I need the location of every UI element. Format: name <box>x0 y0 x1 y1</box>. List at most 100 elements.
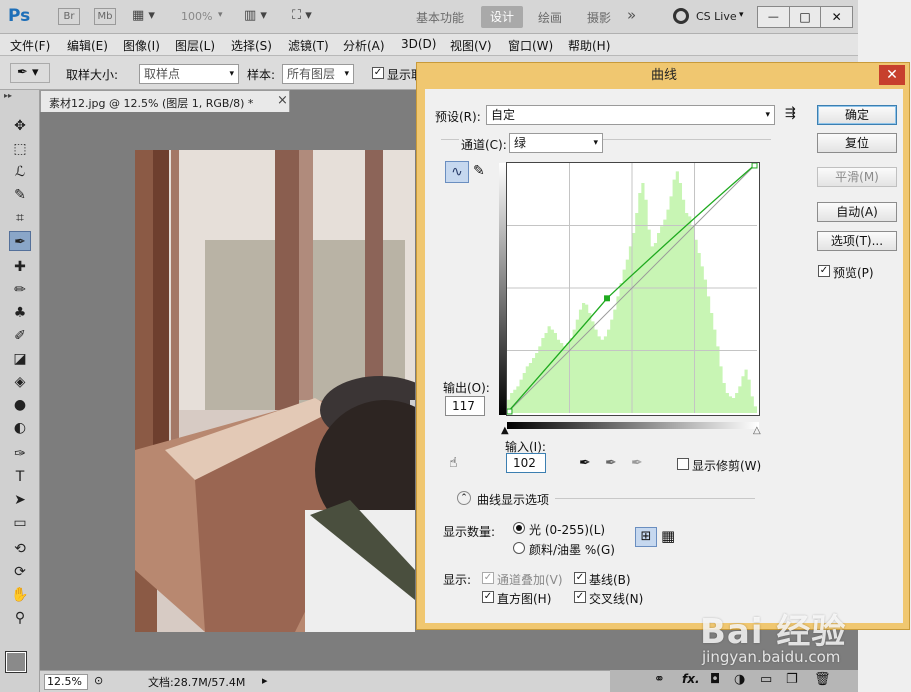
black-eyedropper-icon[interactable]: ✒ <box>579 455 591 471</box>
menu-layer[interactable]: 图层(L) <box>175 37 215 54</box>
shape-icon[interactable]: ▭ <box>9 513 31 533</box>
workspace-photography[interactable]: 摄影 <box>587 9 611 26</box>
menu-window[interactable]: 窗口(W) <box>508 37 553 54</box>
detailed-grid-icon[interactable]: ▦ <box>661 527 675 545</box>
close-icon[interactable]: ✕ <box>879 65 905 85</box>
layer-style-icon[interactable]: fx. <box>682 672 700 686</box>
preview-checkbox[interactable]: ✓ <box>818 265 830 277</box>
show-clipping-checkbox[interactable] <box>677 458 689 470</box>
status-info-icon[interactable]: ⊙ <box>94 674 103 687</box>
sample-select[interactable]: 所有图层 ▾ <box>282 64 354 84</box>
cs-live-label[interactable]: CS Live <box>696 10 737 23</box>
light-radio[interactable] <box>513 522 525 534</box>
menu-3d[interactable]: 3D(D) <box>401 37 436 51</box>
preset-select[interactable]: 自定 ▾ <box>486 105 775 125</box>
menu-help[interactable]: 帮助(H) <box>568 37 610 54</box>
smooth-button[interactable]: 平滑(M) <box>817 167 897 187</box>
output-field[interactable]: 117 <box>445 396 485 416</box>
menu-analysis[interactable]: 分析(A) <box>343 37 385 54</box>
blur-icon[interactable]: ● <box>9 395 31 415</box>
minimize-button[interactable]: — <box>758 7 790 27</box>
healing-icon[interactable]: ✚ <box>9 257 31 277</box>
foreground-color-swatch[interactable] <box>5 651 27 673</box>
menu-file[interactable]: 文件(F) <box>10 37 50 54</box>
extras-icon[interactable]: ▦ ▾ <box>132 8 155 23</box>
pencil-draw-tool-icon[interactable]: ✎ <box>473 163 485 179</box>
toolbox-collapse-icon[interactable]: ▸▸ <box>4 91 12 100</box>
zoom-dropdown-icon[interactable]: ▾ <box>218 10 223 20</box>
group-icon[interactable]: ▭ <box>760 672 772 687</box>
mini-bridge-button[interactable]: Mb <box>94 8 116 25</box>
more-workspaces-icon[interactable]: » <box>627 6 636 24</box>
status-menu-icon[interactable]: ▸ <box>262 674 268 687</box>
sample-size-select[interactable]: 取样点 ▾ <box>139 64 239 84</box>
eyedropper-icon[interactable]: ✒ <box>9 231 31 251</box>
document-tab[interactable]: 素材12.jpg @ 12.5% (图层 1, RGB/8) * × <box>40 90 290 112</box>
pen-icon[interactable]: ✑ <box>9 444 31 464</box>
options-button[interactable]: 选项(T)... <box>817 231 897 251</box>
dodge-icon[interactable]: ◐ <box>9 418 31 438</box>
menu-image[interactable]: 图像(I) <box>123 37 160 54</box>
current-tool-eyedropper-icon[interactable]: ✒ ▾ <box>10 63 50 83</box>
show-ring-checkbox[interactable]: ✓ <box>372 67 384 79</box>
brush-icon[interactable]: ✏ <box>9 280 31 300</box>
arrange-documents-icon[interactable]: ▥ ▾ <box>244 8 267 23</box>
maximize-button[interactable]: □ <box>790 7 822 27</box>
hand-icon[interactable]: ✋ <box>9 585 31 605</box>
white-eyedropper-icon[interactable]: ✒ <box>631 455 643 471</box>
close-window-button[interactable]: ✕ <box>821 7 852 27</box>
on-image-adjust-icon[interactable]: ☝ <box>449 455 458 471</box>
intersection-checkbox[interactable]: ✓ <box>574 591 586 603</box>
3d-orbit-icon[interactable]: ⟳ <box>9 562 31 582</box>
type-icon[interactable]: T <box>9 467 31 487</box>
simple-grid-icon[interactable]: ⊞ <box>635 527 657 547</box>
black-point-slider-icon[interactable]: ▲ <box>501 425 509 436</box>
input-field[interactable]: 102 <box>506 453 546 473</box>
zoom-icon[interactable]: ⚲ <box>9 608 31 628</box>
menu-view[interactable]: 视图(V) <box>450 37 492 54</box>
bridge-button[interactable]: Br <box>58 8 80 25</box>
layer-mask-icon[interactable]: ◘ <box>710 672 720 687</box>
3d-rotate-icon[interactable]: ⟲ <box>9 539 31 559</box>
eraser-icon[interactable]: ◪ <box>9 349 31 369</box>
quick-select-icon[interactable]: ✎ <box>9 185 31 205</box>
ok-button[interactable]: 确定 <box>817 105 897 125</box>
new-layer-icon[interactable]: ❐ <box>786 672 798 687</box>
workspace-painting[interactable]: 绘画 <box>538 9 562 26</box>
zoom-level-select[interactable]: 100% <box>181 10 212 23</box>
status-zoom-field[interactable]: 12.5% <box>44 674 88 690</box>
baseline-checkbox[interactable]: ✓ <box>574 572 586 584</box>
auto-button[interactable]: 自动(A) <box>817 202 897 222</box>
history-brush-icon[interactable]: ✐ <box>9 326 31 346</box>
crop-icon[interactable]: ⌗ <box>9 208 31 228</box>
curves-graph[interactable] <box>506 162 760 416</box>
workspace-design-active[interactable]: 设计 <box>481 6 523 28</box>
preset-options-icon[interactable]: ⇶ <box>785 106 796 121</box>
menu-select[interactable]: 选择(S) <box>231 37 272 54</box>
menu-edit[interactable]: 编辑(E) <box>67 37 108 54</box>
cs-live-icon[interactable] <box>673 8 689 24</box>
path-select-icon[interactable]: ➤ <box>9 490 31 510</box>
channel-select[interactable]: 绿 ▾ <box>509 133 603 153</box>
reset-button[interactable]: 复位 <box>817 133 897 153</box>
channel-overlays-checkbox[interactable]: ✓ <box>482 572 494 584</box>
workspace-basic[interactable]: 基本功能 <box>416 9 464 26</box>
lasso-icon[interactable]: ℒ <box>9 162 31 182</box>
document-tab-close-icon[interactable]: × <box>277 93 288 108</box>
adjustment-layer-icon[interactable]: ◑ <box>734 672 745 687</box>
pigment-radio[interactable] <box>513 542 525 554</box>
screen-mode-icon[interactable]: ⛶ ▾ <box>292 8 312 23</box>
collapse-options-icon[interactable]: ⌃ <box>457 491 471 505</box>
delete-layer-icon[interactable]: 🗑 <box>814 672 831 687</box>
marquee-icon[interactable]: ⬚ <box>9 139 31 159</box>
cs-live-dropdown-icon[interactable]: ▾ <box>739 10 744 20</box>
menu-filter[interactable]: 滤镜(T) <box>288 37 329 54</box>
bucket-icon[interactable]: ◈ <box>9 372 31 392</box>
stamp-icon[interactable]: ♣ <box>9 303 31 323</box>
histogram-checkbox[interactable]: ✓ <box>482 591 494 603</box>
gray-eyedropper-icon[interactable]: ✒ <box>605 455 617 471</box>
curve-point-tool-icon[interactable]: ∿ <box>445 161 469 183</box>
link-layers-icon[interactable]: ⚭ <box>654 672 665 687</box>
white-point-slider-icon[interactable]: △ <box>753 425 761 436</box>
move-icon[interactable]: ✥ <box>9 116 31 136</box>
